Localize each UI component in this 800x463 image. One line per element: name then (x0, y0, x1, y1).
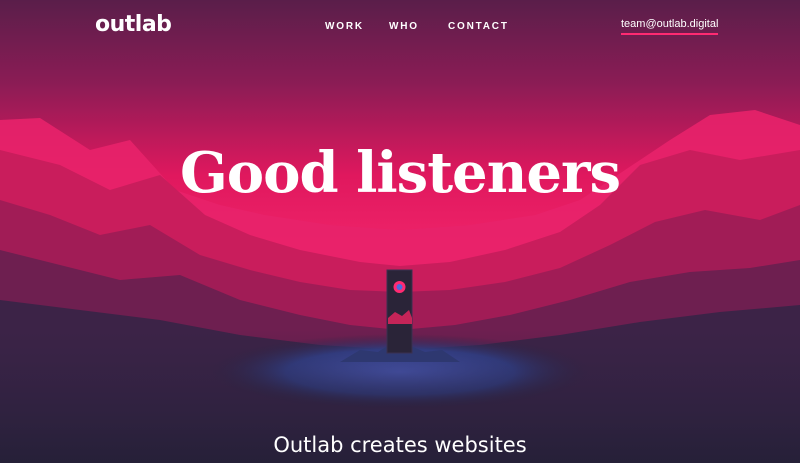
nav-who[interactable]: WHO (389, 21, 419, 32)
hero-illustration (0, 0, 800, 463)
hero-subline: Outlab creates websites (273, 433, 527, 457)
monolith-illustration (386, 269, 413, 354)
nav-work[interactable]: WORK (325, 21, 364, 32)
hero-headline: Good listeners (179, 140, 621, 206)
nav-contact[interactable]: CONTACT (448, 21, 509, 32)
site-header: outlab WORK WHO CONTACT team@outlab.digi… (0, 0, 800, 52)
logo[interactable]: outlab (95, 12, 172, 37)
email-link[interactable]: team@outlab.digital (621, 18, 719, 35)
